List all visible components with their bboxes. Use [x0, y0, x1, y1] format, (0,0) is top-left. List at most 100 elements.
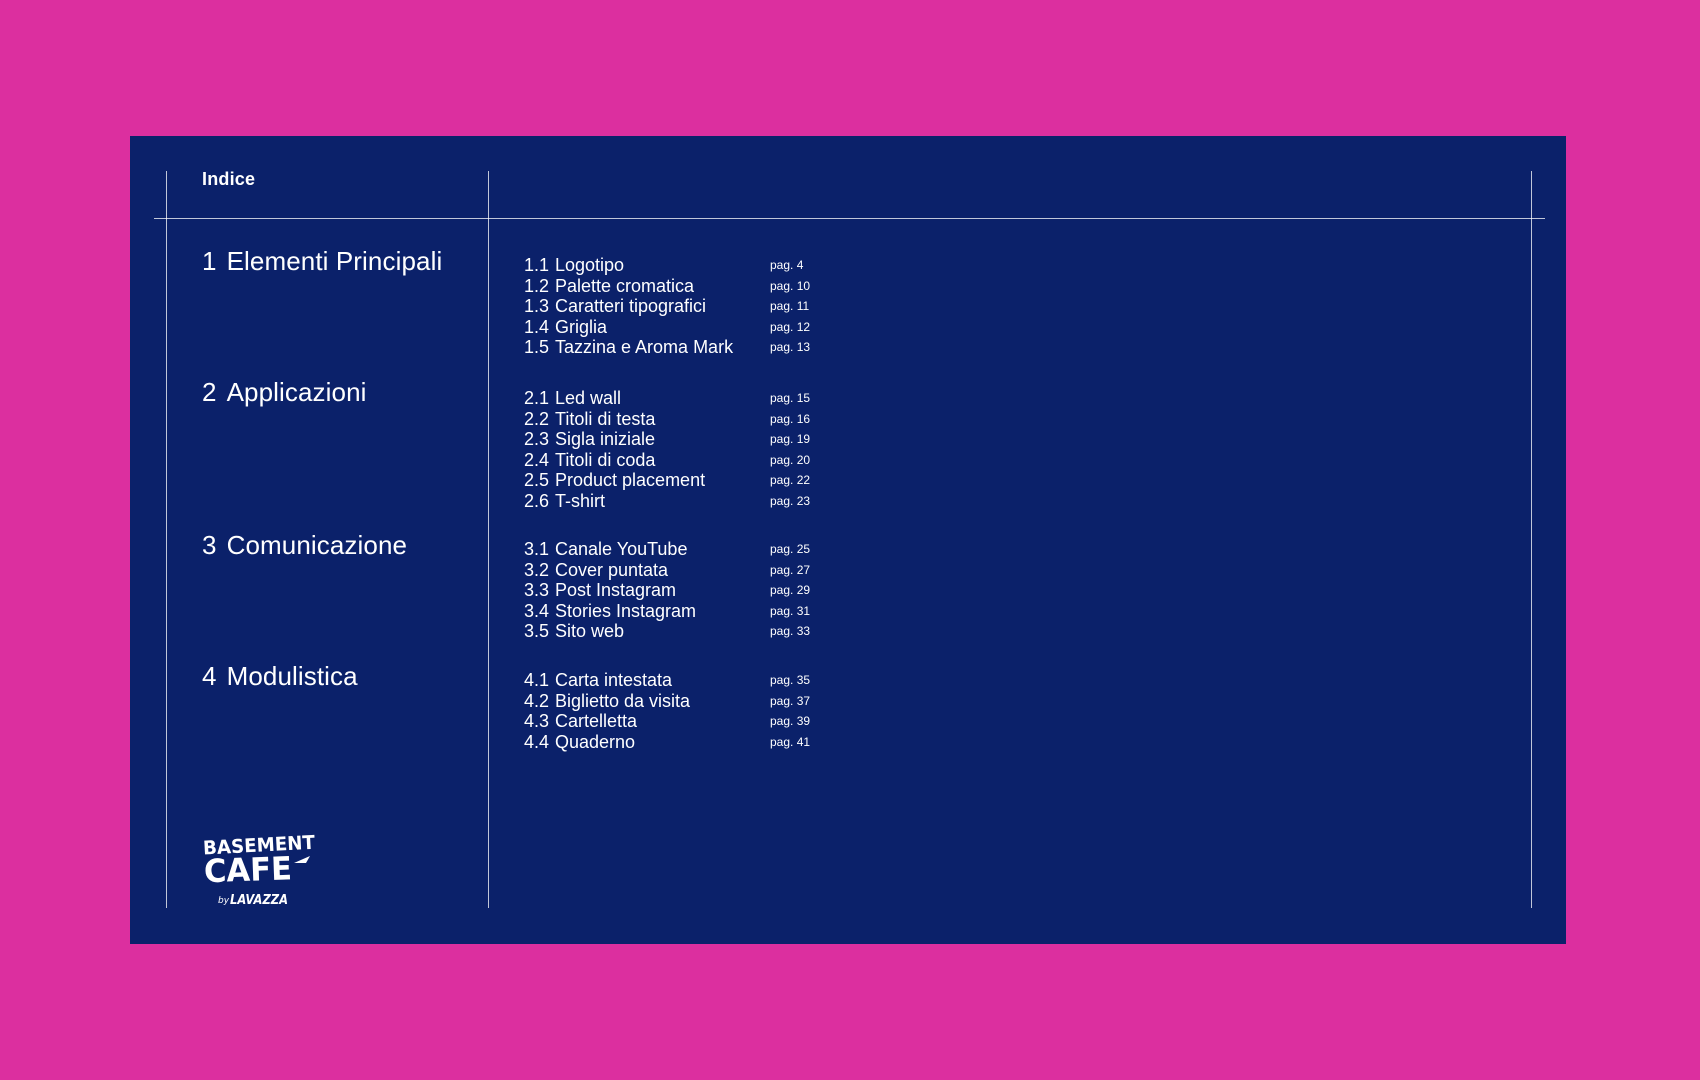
entry-label: Griglia	[555, 316, 608, 337]
entry-label: Sigla iniziale	[555, 429, 656, 450]
toc-entry-1-3[interactable]: 1.3 Caratteri tipografici pag. 11	[524, 296, 844, 317]
entry-label: T-shirt	[555, 490, 606, 511]
entry-page: pag. 37	[770, 693, 811, 708]
entry-label: Cover puntata	[555, 559, 669, 580]
toc-entry-3-1[interactable]: 3.1 Canale YouTube pag. 25	[524, 539, 844, 560]
entry-label: Tazzina e Aroma Mark	[555, 337, 734, 358]
index-heading: Indice	[202, 169, 256, 189]
toc-entry-3-5[interactable]: 3.5 Sito web pag. 33	[524, 621, 844, 642]
entry-number: 1.1	[524, 255, 550, 275]
toc-entry-1-4[interactable]: 1.4 Griglia pag. 12	[524, 317, 844, 338]
toc-entry-2-6[interactable]: 2.6 T-shirt pag. 23	[524, 491, 844, 512]
grid-line-left	[166, 171, 167, 908]
entry-number: 2.6	[524, 490, 550, 511]
entry-page: pag. 10	[770, 278, 811, 293]
toc-entry-2-2[interactable]: 2.2 Titoli di testa pag. 16	[524, 409, 844, 430]
entry-page: pag. 25	[770, 542, 811, 556]
entry-number: 3.1	[524, 539, 550, 559]
entry-page: pag. 33	[770, 624, 811, 639]
entry-label: Palette cromatica	[555, 275, 695, 296]
entry-label: Quaderno	[555, 731, 636, 752]
entry-label: Canale YouTube	[555, 539, 688, 559]
entry-page: pag. 35	[770, 673, 811, 687]
grid-line-right	[1531, 171, 1532, 908]
entry-page: pag. 39	[770, 714, 811, 729]
toc-entry-3-3[interactable]: 3.3 Post Instagram pag. 29	[524, 580, 844, 601]
entry-label: Carta intestata	[555, 670, 673, 690]
entry-number: 2.1	[524, 388, 550, 408]
section-label: Elementi Principali	[226, 246, 443, 276]
entry-number: 1.2	[524, 275, 550, 296]
section-number: 2	[202, 377, 217, 407]
entry-label: Titoli di testa	[555, 408, 656, 429]
entry-page: pag. 16	[770, 411, 811, 426]
entry-page: pag. 13	[770, 340, 811, 355]
toc-entry-1-5[interactable]: 1.5 Tazzina e Aroma Mark pag. 13	[524, 337, 844, 358]
entry-number: 3.3	[524, 580, 550, 601]
logo-line2: CAFE	[203, 849, 292, 890]
toc-entry-2-1[interactable]: 2.1 Led wall pag. 15	[524, 388, 844, 409]
entry-number: 1.4	[524, 316, 550, 337]
toc-entry-2-3[interactable]: 2.3 Sigla iniziale pag. 19	[524, 429, 844, 450]
entry-page: pag. 31	[770, 603, 811, 618]
section-label: Comunicazione	[226, 530, 408, 560]
logo-accent-mark	[294, 856, 310, 863]
section-title-2[interactable]: 2 Applicazioni	[202, 377, 367, 408]
entry-page: pag. 27	[770, 562, 811, 577]
entry-page: pag. 23	[770, 493, 811, 508]
section-title-3[interactable]: 3 Comunicazione	[202, 530, 407, 561]
section-list-1: 1.1 Logotipo pag. 4 1.2 Palette cromatica pa…	[524, 255, 844, 358]
entry-label: Titoli di coda	[555, 449, 656, 470]
toc-entry-4-1[interactable]: 4.1 Carta intestata pag. 35	[524, 670, 844, 691]
section-list-2: 2.1 Led wall pag. 15 2.2 Titoli di testa pag…	[524, 388, 844, 512]
entry-page: pag. 11	[770, 299, 810, 314]
index-panel: Indice 1 Elementi Principali 1.1 Logotipo p…	[130, 136, 1566, 944]
entry-number: 4.2	[524, 690, 550, 711]
section-label: Applicazioni	[226, 377, 367, 407]
section-label: Modulistica	[226, 661, 358, 691]
toc-entry-3-4[interactable]: 3.4 Stories Instagram pag. 31	[524, 601, 844, 622]
toc-entry-2-5[interactable]: 2.5 Product placement pag. 22	[524, 470, 844, 491]
entry-number: 4.3	[524, 711, 550, 732]
entry-label: Sito web	[555, 621, 625, 642]
toc-entry-1-1[interactable]: 1.1 Logotipo pag. 4	[524, 255, 844, 276]
entry-label: Product placement	[555, 470, 706, 491]
basement-cafe-logo: BASEMENT CAFE by LAVAZZA	[202, 832, 315, 908]
entry-label: Biglietto da visita	[555, 690, 691, 711]
entry-page: pag. 29	[770, 583, 811, 598]
section-list-4: 4.1 Carta intestata pag. 35 4.2 Biglietto d…	[524, 670, 844, 752]
logo-by: by	[218, 896, 230, 906]
entry-page: pag. 19	[770, 432, 811, 447]
toc-entry-3-2[interactable]: 3.2 Cover puntata pag. 27	[524, 560, 844, 581]
entry-label: Post Instagram	[555, 580, 677, 601]
entry-label: Caratteri tipografici	[555, 296, 707, 317]
section-number: 1	[202, 246, 217, 276]
grid-line-header	[154, 218, 1545, 219]
entry-number: 2.3	[524, 429, 550, 450]
logo-brand: LAVAZZA	[230, 893, 288, 908]
entry-number: 3.4	[524, 600, 550, 621]
section-title-1[interactable]: 1 Elementi Principali	[202, 246, 442, 277]
grid-line-middle	[488, 171, 489, 908]
entry-number: 4.4	[524, 731, 550, 752]
entry-label: Led wall	[555, 388, 622, 408]
section-number: 3	[202, 530, 217, 560]
entry-number: 2.4	[524, 449, 550, 470]
entry-number: 2.5	[524, 470, 550, 491]
toc-entry-2-4[interactable]: 2.4 Titoli di coda pag. 20	[524, 450, 844, 471]
toc-entry-1-2[interactable]: 1.2 Palette cromatica pag. 10	[524, 276, 844, 297]
entry-page: pag. 41	[770, 734, 811, 749]
toc-entry-4-3[interactable]: 4.3 Cartelletta pag. 39	[524, 711, 844, 732]
toc-entry-4-4[interactable]: 4.4 Quaderno pag. 41	[524, 732, 844, 753]
entry-number: 2.2	[524, 408, 550, 429]
entry-number: 4.1	[524, 670, 550, 690]
toc-entry-4-2[interactable]: 4.2 Biglietto da visita pag. 37	[524, 691, 844, 712]
entry-number: 1.5	[524, 337, 550, 358]
entry-page: pag. 15	[770, 391, 811, 405]
entry-label: Logotipo	[555, 255, 625, 275]
entry-page: pag. 12	[770, 319, 811, 334]
entry-page: pag. 22	[770, 473, 811, 488]
entry-number: 3.5	[524, 621, 550, 642]
section-title-4[interactable]: 4 Modulistica	[202, 661, 358, 692]
entry-number: 3.2	[524, 559, 550, 580]
